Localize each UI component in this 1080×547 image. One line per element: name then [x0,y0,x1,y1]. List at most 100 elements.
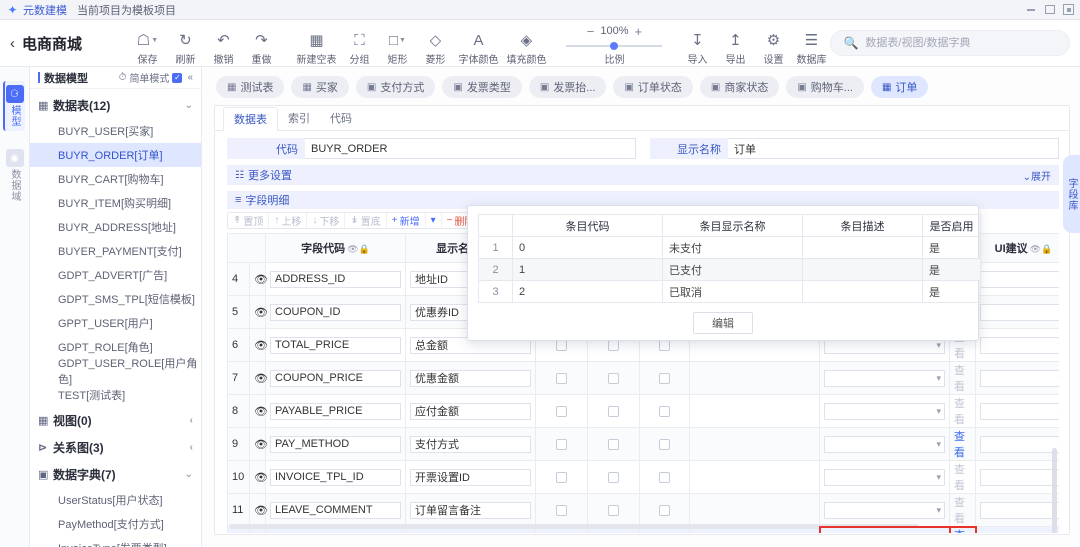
edit-button[interactable]: 编辑 [693,312,753,334]
cell-not-null[interactable] [587,394,640,428]
cell-data-dictionary[interactable] [819,460,950,494]
display-name-input[interactable]: 订单 [728,138,1059,159]
sidebar-item-gdpt-advert[interactable]: GDPT_ADVERT[广告] [30,263,201,287]
tab-invoice-header[interactable]: ▣ 发票抬... [528,76,607,98]
sidebar-item-buyr-item[interactable]: BUYR_ITEM[购买明细] [30,191,201,215]
tab-order-status[interactable]: ▣ 订单状态 [613,76,693,98]
tool-new-table[interactable]: ▦ 新建空表 [292,28,340,66]
primary-key-checkbox[interactable] [556,438,567,450]
cell-not-null[interactable] [587,493,640,527]
primary-key-checkbox[interactable] [556,471,567,483]
action-move-down[interactable]: ↓ 下移 [307,213,346,228]
cell-field-code[interactable]: PAY_METHOD [265,427,406,461]
display-name-input[interactable]: 应付金额 [410,402,531,420]
ui-suggestion-select[interactable] [980,402,1059,420]
cell-not-null[interactable] [587,427,640,461]
row-visibility-icon[interactable]: 👁 [249,295,268,329]
sidebar-item-buyer-payment[interactable]: BUYER_PAYMENT[支付] [30,239,201,263]
cell-data-domain[interactable] [689,394,820,428]
tab-code[interactable]: 代码 [320,106,362,130]
tab-pay-method[interactable]: ▣ 支付方式 [355,76,436,98]
view-link[interactable]: 查看 [954,497,965,525]
tool-export[interactable]: ↥ 导出 [716,28,754,66]
ui-suggestion-select[interactable] [980,303,1059,321]
row-visibility-icon[interactable]: 👁 [249,460,268,494]
cell-ui-suggestion[interactable] [975,493,1059,527]
not-null-checkbox[interactable] [608,471,619,483]
zoom-out-icon[interactable]: − [587,24,595,39]
cell-primary-key[interactable] [535,493,588,527]
auto-increment-checkbox[interactable] [659,504,670,516]
action-add-dropdown[interactable]: ▾ [426,213,442,228]
primary-key-checkbox[interactable] [556,339,567,351]
cell-data-dictionary[interactable] [819,394,950,428]
table-row[interactable]: 8 👁 PAYABLE_PRICE 应付金额 查看 [227,394,1059,428]
cell-display-name[interactable]: 应付金额 [405,394,536,428]
cell-ui-suggestion[interactable] [975,361,1059,395]
not-null-checkbox[interactable] [608,504,619,516]
zoom-slider-knob[interactable] [610,41,619,50]
view-link[interactable]: 查看 [954,365,965,393]
tab-invoice-type[interactable]: ▣ 发票类型 [442,76,522,98]
col-field-code[interactable]: 字段代码 👁🔒 [265,233,406,263]
cell-data-domain[interactable] [689,460,820,494]
sidebar-item-paymethod[interactable]: PayMethod[支付方式] [30,512,201,536]
row-visibility-icon[interactable]: 👁 [249,361,268,395]
view-link[interactable]: 查看 [954,530,965,533]
cell-field-code[interactable]: COUPON_PRICE [265,361,406,395]
sidebar-item-userstatus[interactable]: UserStatus[用户状态] [30,488,201,512]
cell-data-dictionary[interactable] [819,361,950,395]
tab-buyer[interactable]: ▦ 买家 [291,76,349,98]
code-input[interactable]: BUYR_ORDER [305,138,636,159]
action-to-bottom[interactable]: ↡ 置底 [345,213,387,228]
table-row[interactable]: 11 👁 LEAVE_COMMENT 订单留言备注 查看 [227,493,1059,527]
cell-auto-inc[interactable] [639,394,690,428]
display-name-input[interactable]: 优惠金额 [410,369,531,387]
auto-increment-checkbox[interactable] [659,438,670,450]
auto-increment-checkbox[interactable] [659,372,670,384]
field-code-input[interactable]: LEAVE_COMMENT [270,501,401,519]
row-visibility-icon[interactable]: 👁 [249,427,268,461]
tab-order[interactable]: ▦ 订单 [870,76,929,98]
sidebar-group-views[interactable]: ▦ 视图(0) ‹ [30,407,201,434]
sidebar-item-buyr-cart[interactable]: BUYR_CART[购物车] [30,167,201,191]
cell-view-link[interactable]: 查看 [949,427,976,461]
zoom-slider[interactable] [566,41,663,51]
cell-ui-suggestion[interactable] [975,328,1059,362]
table-row[interactable]: 10 👁 INVOICE_TPL_ID 开票设置ID 查看 [227,460,1059,494]
cell-data-domain[interactable] [689,493,820,527]
view-link[interactable]: 查看 [954,398,965,426]
expand-toggle[interactable]: ⌄展开 [1023,168,1051,183]
ui-suggestion-select[interactable] [980,270,1059,288]
chevron-down-icon[interactable]: ⌄ [185,100,193,111]
sidebar-group-relations[interactable]: ⊳ 关系图(3) ‹ [30,434,201,461]
cell-view-link[interactable]: 查看 [948,525,977,533]
cell-not-null[interactable] [587,460,640,494]
grid-vertical-scrollbar[interactable] [1052,448,1057,533]
ui-suggestion-select[interactable] [980,468,1059,486]
primary-key-checkbox[interactable] [556,405,567,417]
cell-display-name[interactable]: 优惠金额 [405,361,536,395]
ui-suggestion-select[interactable] [980,501,1059,519]
cell-field-code[interactable]: COUPON_ID [265,295,406,329]
row-visibility-icon[interactable]: 👁 [249,493,268,527]
tool-rectangle[interactable]: □ ▼ 矩形 [378,28,416,66]
not-null-checkbox[interactable] [608,405,619,417]
sidebar-group-tables[interactable]: ▦ 数据表(12) ⌄ [30,92,201,119]
tab-merchant-status[interactable]: ▣ 商家状态 [699,76,780,98]
tab-index[interactable]: 索引 [278,106,320,130]
cell-display-name[interactable]: 开票设置ID [405,460,536,494]
cell-auto-inc[interactable] [639,361,690,395]
maximize-icon[interactable] [1044,4,1055,15]
view-link[interactable]: 查看 [954,464,965,492]
simple-mode-toggle[interactable]: ⏱ 简单模式 ✓ [119,70,183,85]
cell-data-domain[interactable] [689,427,820,461]
cell-ui-suggestion[interactable] [975,526,1059,533]
primary-key-checkbox[interactable] [556,372,567,384]
cell-field-code[interactable]: LEAVE_COMMENT [265,493,406,527]
data-dictionary-select[interactable] [824,468,945,486]
field-code-input[interactable]: INVOICE_TPL_ID [270,468,401,486]
simple-mode-checkbox[interactable]: ✓ [172,72,183,83]
tool-group[interactable]: ⛶ 分组 [340,28,378,66]
minimize-icon[interactable] [1025,4,1036,15]
